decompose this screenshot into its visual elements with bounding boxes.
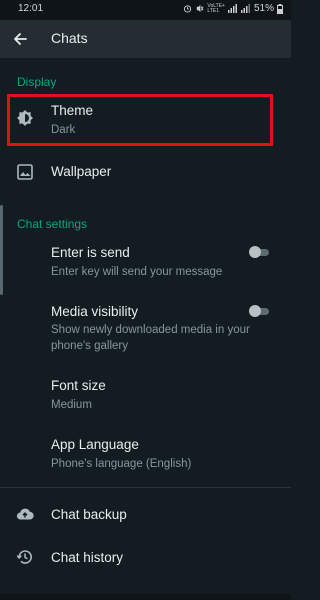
- app-language-value: Phone's language (English): [51, 458, 192, 470]
- scroll-indicator: [0, 205, 3, 295]
- battery-percent: 51%: [253, 3, 274, 14]
- enter-is-send-toggle[interactable]: [249, 246, 271, 258]
- system-nav-bar: [0, 594, 291, 600]
- history-icon: [16, 550, 32, 564]
- alarm-icon: [184, 5, 192, 13]
- status-bar: 12:01 VoLTE+ LTE1 51%: [0, 0, 291, 20]
- toggle-knob: [249, 246, 261, 258]
- status-icons: VoLTE+ LTE1 51%: [183, 3, 283, 14]
- page-title: Chats: [51, 30, 88, 46]
- back-arrow-icon[interactable]: [10, 29, 30, 49]
- mute-icon: [197, 4, 204, 13]
- status-time: 12:01: [18, 3, 44, 14]
- enter-is-send-title: Enter is send: [51, 245, 130, 260]
- signal-icon: [227, 4, 237, 13]
- network-labels: VoLTE+ LTE1: [207, 2, 225, 14]
- battery-icon: [277, 3, 283, 14]
- media-visibility-subtitle: Show newly downloaded media in your phon…: [51, 324, 250, 352]
- app-language-title: App Language: [51, 437, 139, 452]
- font-size-value: Medium: [51, 399, 92, 411]
- app-bar: Chats: [0, 20, 291, 58]
- cloud-upload-icon: [16, 508, 34, 520]
- chat-backup-title: Chat backup: [51, 507, 127, 522]
- enter-is-send-subtitle: Enter key will send your message: [51, 266, 223, 278]
- highlight-box: [7, 94, 273, 146]
- wallpaper-title: Wallpaper: [51, 164, 112, 179]
- signal-icon-2: [240, 4, 250, 13]
- media-visibility-toggle[interactable]: [249, 305, 271, 317]
- section-display-header: Display: [17, 75, 57, 89]
- chat-history-title: Chat history: [51, 550, 124, 565]
- toggle-knob: [249, 305, 261, 317]
- section-divider: [0, 487, 291, 488]
- font-size-title: Font size: [51, 378, 106, 393]
- section-chat-settings-header: Chat settings: [17, 217, 88, 231]
- media-visibility-title: Media visibility: [51, 304, 139, 319]
- wallpaper-icon: [17, 164, 33, 180]
